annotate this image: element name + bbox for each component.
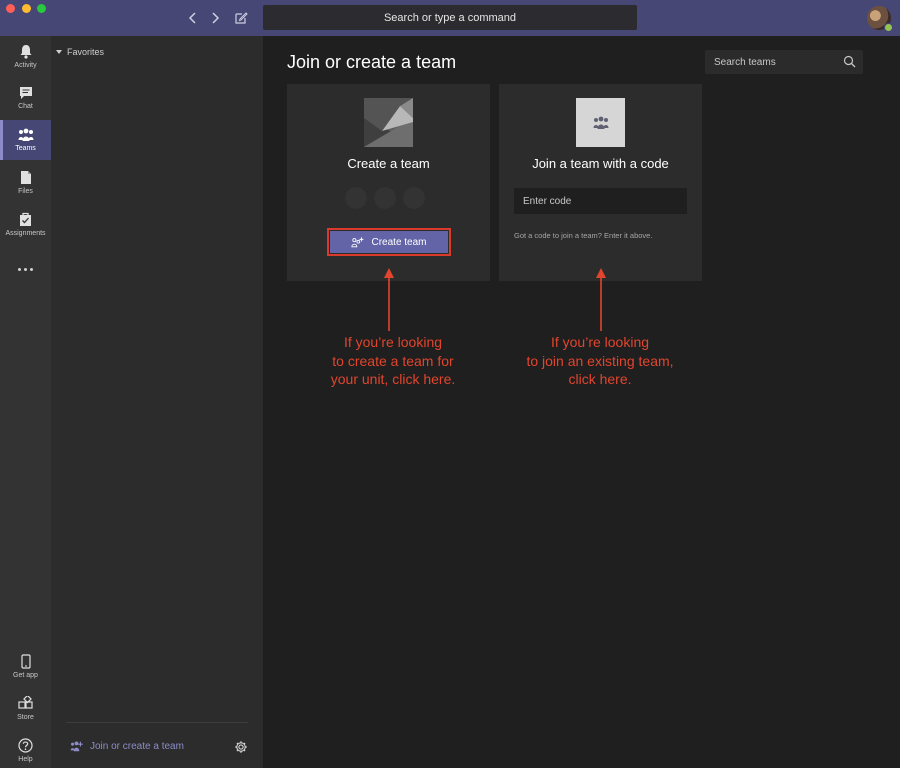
annotation-create-team: If you’re looking to create a team for y…	[308, 333, 478, 389]
rail-item-label: Chat	[18, 103, 33, 110]
title-bar: Search or type a command	[0, 0, 900, 36]
file-icon	[20, 171, 31, 184]
rail-item-label: Help	[18, 756, 33, 763]
join-team-card: Join a team with a code Got a code to jo…	[499, 84, 702, 281]
rail-item-label: Get app	[13, 672, 38, 679]
help-icon	[18, 738, 33, 753]
join-code-hint: Got a code to join a team? Enter it abov…	[514, 231, 653, 240]
add-team-icon	[351, 236, 364, 247]
presence-status-icon	[884, 23, 893, 32]
rail-item-get-app[interactable]: Get app	[0, 646, 51, 686]
annotation-line: click here.	[568, 371, 632, 387]
main-content: Join or create a team Search teams Creat…	[263, 36, 900, 768]
annotation-line: your unit, click here.	[330, 371, 456, 387]
rail-item-chat[interactable]: Chat	[0, 78, 51, 118]
chevron-down-icon	[56, 50, 62, 54]
create-team-button-body[interactable]: Create team	[330, 231, 448, 253]
chat-icon	[19, 87, 32, 99]
rail-item-assignments[interactable]: Assignments	[0, 204, 51, 244]
search-teams-placeholder: Search teams	[714, 56, 776, 68]
rail-item-label: Activity	[14, 62, 37, 69]
forward-button[interactable]	[206, 9, 224, 27]
maximize-window-button[interactable]	[37, 4, 46, 13]
page-title: Join or create a team	[287, 52, 457, 72]
divider	[66, 722, 248, 723]
create-team-card: Create a team Create team	[287, 84, 490, 281]
command-search-placeholder: Search or type a command	[383, 11, 517, 24]
phone-icon	[20, 654, 31, 669]
back-button[interactable]	[184, 9, 202, 27]
member-placeholder	[345, 187, 367, 209]
join-or-create-team-link[interactable]: Join or create a team	[70, 741, 184, 752]
rail-item-store[interactable]: Store	[0, 688, 51, 728]
annotation-line: If you’re looking	[343, 334, 443, 350]
close-window-button[interactable]	[6, 4, 15, 13]
rail-item-files[interactable]: Files	[0, 162, 51, 202]
assignments-icon	[20, 212, 31, 226]
favorites-section-toggle[interactable]: Favorites	[56, 47, 104, 57]
rail-item-label: Store	[17, 714, 34, 721]
new-chat-button[interactable]	[232, 9, 250, 27]
teams-add-icon	[70, 741, 83, 752]
search-icon	[843, 55, 856, 68]
avatar[interactable]	[867, 6, 893, 32]
more-apps-button[interactable]	[0, 261, 51, 277]
join-link-label: Join or create a team	[90, 741, 184, 752]
gear-icon[interactable]	[234, 740, 248, 754]
chevron-left-icon	[188, 12, 196, 24]
rail-item-label: Teams	[15, 145, 36, 152]
rail-item-teams[interactable]: Teams	[0, 120, 51, 160]
create-team-title: Create a team	[347, 156, 430, 171]
rail-item-label: Files	[18, 188, 33, 195]
favorites-label: Favorites	[67, 47, 105, 57]
annotation-line: If you’re looking	[550, 334, 650, 350]
store-icon	[18, 696, 33, 709]
team-picture-icon	[364, 98, 413, 147]
rail-item-label: Assignments	[5, 230, 46, 237]
member-placeholder	[403, 187, 425, 209]
teams-icon	[593, 116, 608, 129]
team-code-input[interactable]	[514, 188, 687, 214]
more-icon-dot	[30, 267, 33, 271]
chevron-right-icon	[212, 12, 220, 24]
create-team-illustration	[364, 98, 413, 147]
join-team-title: Join a team with a code	[532, 156, 669, 171]
more-icon-dot	[24, 267, 27, 271]
rail-item-activity[interactable]: Activity	[0, 36, 51, 76]
app-rail: Activity Chat Teams Files Assignments Ge…	[0, 36, 51, 768]
minimize-window-button[interactable]	[22, 4, 31, 13]
create-team-button-label: Create team	[371, 236, 427, 248]
create-team-button[interactable]: Create team	[327, 228, 451, 256]
teams-side-panel: Favorites Join or create a team	[51, 36, 263, 768]
join-team-illustration	[576, 98, 625, 147]
annotation-join-team: If you’re looking to join an existing te…	[515, 333, 685, 389]
annotation-line: to join an existing team,	[526, 352, 674, 369]
command-search-box[interactable]: Search or type a command	[263, 5, 637, 30]
member-placeholder	[374, 187, 396, 209]
teams-icon	[18, 128, 33, 141]
search-teams-input[interactable]: Search teams	[705, 50, 863, 74]
compose-icon	[235, 12, 248, 24]
more-icon-dot	[18, 267, 21, 271]
member-placeholders	[345, 187, 425, 209]
annotation-line: to create a team for	[332, 352, 454, 369]
bell-icon	[20, 45, 31, 59]
rail-item-help[interactable]: Help	[0, 730, 51, 768]
